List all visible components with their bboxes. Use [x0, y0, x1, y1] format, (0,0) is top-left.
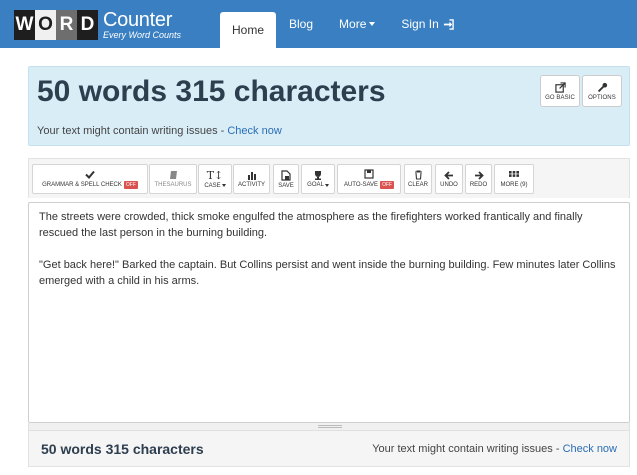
- auto-save-button[interactable]: AUTO-SAVE OFF: [337, 164, 401, 194]
- footer-bar: 50 words 315 characters Your text might …: [28, 431, 630, 467]
- book-icon: [169, 170, 178, 180]
- arrow-right-icon: [474, 170, 484, 180]
- toolbar: GRAMMAR & SPELL CHECK OFF THESAURUS T↕ CA…: [28, 158, 630, 198]
- options-label: OPTIONS: [588, 94, 616, 101]
- caret-down-icon: [369, 22, 376, 26]
- undo-button[interactable]: UNDO: [435, 164, 463, 194]
- case-caret-icon: [221, 184, 226, 187]
- editor-paragraph: The streets were crowded, thick smoke en…: [39, 211, 583, 239]
- footer-check-now-link[interactable]: Check now: [563, 443, 617, 455]
- logo-text: Counter Every Word Counts: [103, 10, 181, 40]
- footer-hint-text: Your text might contain writing issues -: [372, 443, 563, 455]
- hint-text: Your text might contain writing issues -: [37, 125, 228, 137]
- goal-label: GOAL: [307, 182, 324, 188]
- logo-letter-d: D: [77, 10, 98, 40]
- footer-count: 50 words 315 characters: [41, 441, 204, 457]
- case-button[interactable]: T↕ CASE: [198, 164, 232, 194]
- logo[interactable]: W O R D Counter Every Word Counts: [14, 10, 181, 40]
- trophy-icon: [313, 170, 323, 180]
- goal-caret-icon: [324, 183, 329, 187]
- save-file-icon: [281, 169, 291, 181]
- nav-more-label: More: [339, 17, 367, 31]
- logo-letter-o: O: [35, 10, 56, 40]
- external-link-icon: [554, 81, 566, 93]
- arrow-left-icon: [444, 170, 454, 180]
- sign-in-icon: [443, 18, 454, 30]
- editor-paragraph: "Get back here!" Barked the captain. But…: [39, 259, 616, 287]
- grammar-check-button[interactable]: GRAMMAR & SPELL CHECK OFF: [32, 164, 148, 194]
- floppy-icon: [364, 169, 374, 179]
- grid-icon: [509, 170, 519, 180]
- goal-button[interactable]: GOAL: [301, 164, 335, 194]
- thesaurus-label: THESAURUS: [154, 182, 192, 188]
- check-now-link[interactable]: Check now: [227, 125, 281, 137]
- save-label: SAVE: [278, 182, 294, 189]
- more-tools-button[interactable]: MORE (9): [494, 164, 534, 194]
- clear-label: CLEAR: [407, 182, 428, 188]
- options-button[interactable]: OPTIONS: [582, 75, 622, 107]
- logo-letter-r: R: [56, 10, 77, 40]
- check-icon: [85, 170, 95, 179]
- auto-save-off-badge: OFF: [380, 181, 395, 189]
- go-basic-button[interactable]: GO BASIC: [540, 75, 580, 107]
- grammar-off-badge: OFF: [123, 180, 138, 189]
- more-tools-label: MORE (9): [500, 181, 528, 188]
- nav-blog[interactable]: Blog: [276, 0, 326, 48]
- logo-brand: Counter: [103, 9, 173, 31]
- save-button[interactable]: SAVE: [273, 164, 299, 194]
- thesaurus-button[interactable]: THESAURUS: [149, 164, 197, 194]
- activity-button[interactable]: ACTIVITY: [233, 164, 270, 194]
- redo-label: REDO: [469, 181, 488, 188]
- main-nav: Home Blog More Sign In: [220, 0, 467, 48]
- text-editor[interactable]: The streets were crowded, thick smoke en…: [28, 202, 630, 423]
- grip-icon: [318, 425, 342, 428]
- auto-save-label: AUTO-SAVE: [343, 182, 379, 188]
- writing-issues-hint: Your text might contain writing issues -…: [37, 125, 282, 137]
- navbar: W O R D Counter Every Word Counts Home B…: [0, 0, 637, 48]
- wrench-icon: [597, 82, 608, 93]
- grammar-label: GRAMMAR & SPELL CHECK: [42, 181, 122, 188]
- logo-letter-w: W: [14, 10, 35, 40]
- text-height-icon: T↕: [206, 168, 224, 182]
- trash-icon: [414, 170, 423, 180]
- case-label: CASE: [204, 182, 221, 189]
- undo-label: UNDO: [440, 181, 458, 188]
- activity-label: ACTIVITY: [237, 182, 265, 188]
- go-basic-label: GO BASIC: [545, 94, 575, 101]
- bar-chart-icon: [247, 170, 257, 180]
- count-panel: 50 words 315 characters Your text might …: [28, 66, 630, 146]
- logo-tagline: Every Word Counts: [103, 30, 182, 40]
- nav-more[interactable]: More: [326, 0, 388, 48]
- nav-home[interactable]: Home: [220, 12, 277, 48]
- redo-button[interactable]: REDO: [465, 164, 492, 194]
- editor-resize-handle[interactable]: [28, 423, 630, 431]
- nav-sign-in[interactable]: Sign In: [388, 0, 466, 48]
- clear-button[interactable]: CLEAR: [404, 164, 432, 194]
- footer-writing-issues-hint: Your text might contain writing issues -…: [372, 443, 617, 455]
- page-title: 50 words 315 characters: [37, 75, 386, 108]
- nav-sign-in-label: Sign In: [401, 17, 439, 31]
